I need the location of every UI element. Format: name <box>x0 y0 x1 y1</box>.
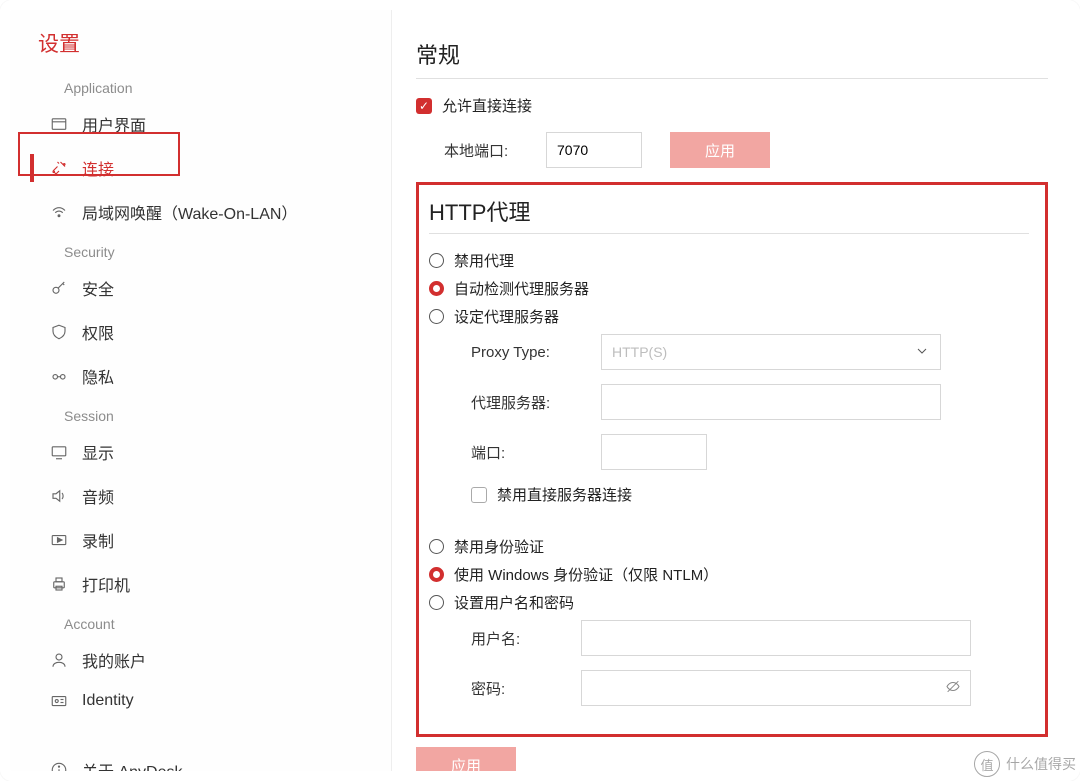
sidebar-item-label: 局域网唤醒（Wake-On-LAN） <box>82 200 297 224</box>
shield-icon <box>50 323 68 341</box>
divider <box>429 233 1029 234</box>
auth-windows-radio-row[interactable]: 使用 Windows 身份验证（仅限 NTLM） <box>429 564 1029 585</box>
sidebar-item-label: 我的账户 <box>82 648 146 672</box>
sidebar-item-myaccount[interactable]: 我的账户 <box>10 638 391 682</box>
key-icon <box>50 279 68 297</box>
proxy-type-label: Proxy Type: <box>471 344 601 361</box>
radio-icon[interactable] <box>429 595 444 610</box>
sidebar-item-connection[interactable]: 连接 <box>10 146 391 190</box>
proxy-set-label: 设定代理服务器 <box>454 306 559 327</box>
divider <box>416 78 1048 79</box>
glasses-icon <box>50 367 68 385</box>
radio-icon[interactable] <box>429 567 444 582</box>
local-port-label: 本地端口: <box>444 140 546 161</box>
radio-icon[interactable] <box>429 281 444 296</box>
auth-set-radio-row[interactable]: 设置用户名和密码 <box>429 592 1029 613</box>
apply-button-general[interactable]: 应用 <box>670 132 770 168</box>
proxy-title: HTTP代理 <box>429 195 1029 227</box>
proxy-port-input[interactable] <box>601 434 707 470</box>
speaker-icon <box>50 487 68 505</box>
sidebar-item-privacy[interactable]: 隐私 <box>10 354 391 398</box>
main-panel: 常规 允许直接连接 本地端口: 应用 HTTP代理 禁用代理 自动检测代理服务器 <box>392 10 1070 771</box>
auth-disable-radio-row[interactable]: 禁用身份验证 <box>429 536 1029 557</box>
password-input[interactable] <box>581 670 971 706</box>
auth-windows-label: 使用 Windows 身份验证（仅限 NTLM） <box>454 564 718 585</box>
sidebar-item-audio[interactable]: 音频 <box>10 474 391 518</box>
sidebar-item-label: 权限 <box>82 320 114 344</box>
proxy-auto-label: 自动检测代理服务器 <box>454 278 589 299</box>
connection-icon <box>50 159 68 177</box>
apply-button-proxy[interactable]: 应用 <box>416 747 516 771</box>
wifi-icon <box>50 203 68 221</box>
general-title: 常规 <box>416 38 1048 70</box>
section-application: Application <box>10 80 391 96</box>
eye-icon[interactable] <box>945 679 961 698</box>
auth-set-label: 设置用户名和密码 <box>454 592 574 613</box>
http-proxy-section: HTTP代理 禁用代理 自动检测代理服务器 设定代理服务器 Proxy Type… <box>416 182 1048 737</box>
ui-icon <box>50 115 68 133</box>
allow-direct-checkbox[interactable] <box>416 98 432 114</box>
sidebar-item-label: 显示 <box>82 440 114 464</box>
proxy-auto-radio-row[interactable]: 自动检测代理服务器 <box>429 278 1029 299</box>
sidebar-item-wol[interactable]: 局域网唤醒（Wake-On-LAN） <box>10 190 391 234</box>
sidebar-item-label: 安全 <box>82 276 114 300</box>
printer-icon <box>50 575 68 593</box>
section-session: Session <box>10 408 391 424</box>
sidebar-item-label: Identity <box>82 692 134 710</box>
proxy-server-input[interactable] <box>601 384 941 420</box>
info-icon <box>50 761 68 779</box>
proxy-server-label: 代理服务器: <box>471 392 601 413</box>
disable-direct-server-row[interactable]: 禁用直接服务器连接 <box>429 484 1029 505</box>
radio-icon[interactable] <box>429 539 444 554</box>
proxy-disable-radio-row[interactable]: 禁用代理 <box>429 250 1029 271</box>
record-icon <box>50 531 68 549</box>
username-input[interactable] <box>581 620 971 656</box>
proxy-set-radio-row[interactable]: 设定代理服务器 <box>429 306 1029 327</box>
radio-icon[interactable] <box>429 253 444 268</box>
watermark: 值 什么值得买 <box>974 751 1076 777</box>
sidebar-item-label: 打印机 <box>82 572 130 596</box>
sidebar-item-label: 关于 AnyDesk <box>82 758 182 781</box>
person-icon <box>50 651 68 669</box>
sidebar-item-label: 隐私 <box>82 364 114 388</box>
sidebar-item-display[interactable]: 显示 <box>10 430 391 474</box>
proxy-disable-label: 禁用代理 <box>454 250 514 271</box>
radio-icon[interactable] <box>429 309 444 324</box>
sidebar-item-ui[interactable]: 用户界面 <box>10 102 391 146</box>
local-port-input[interactable] <box>546 132 642 168</box>
allow-direct-label: 允许直接连接 <box>442 95 532 116</box>
pw-label: 密码: <box>471 678 581 699</box>
proxy-port-label: 端口: <box>471 442 601 463</box>
auth-disable-label: 禁用身份验证 <box>454 536 544 557</box>
sidebar-item-safety[interactable]: 安全 <box>10 266 391 310</box>
sidebar-item-record[interactable]: 录制 <box>10 518 391 562</box>
disable-direct-server-label: 禁用直接服务器连接 <box>497 484 632 505</box>
allow-direct-row[interactable]: 允许直接连接 <box>416 95 1048 116</box>
chevron-down-icon <box>914 343 930 362</box>
sidebar-item-label: 用户界面 <box>82 112 146 136</box>
section-security: Security <box>10 244 391 260</box>
proxy-type-select[interactable]: HTTP(S) <box>601 334 941 370</box>
proxy-type-value: HTTP(S) <box>612 344 667 360</box>
sidebar-item-about[interactable]: 关于 AnyDesk <box>10 748 391 781</box>
user-label: 用户名: <box>471 628 581 649</box>
sidebar-item-permissions[interactable]: 权限 <box>10 310 391 354</box>
id-card-icon <box>50 692 68 710</box>
sidebar: 设置 Application 用户界面 连接 局域网唤醒（Wake-On-LAN… <box>10 10 392 771</box>
monitor-icon <box>50 443 68 461</box>
sidebar-item-printer[interactable]: 打印机 <box>10 562 391 606</box>
sidebar-item-label: 连接 <box>82 156 114 180</box>
disable-direct-server-checkbox[interactable] <box>471 487 487 503</box>
watermark-text: 什么值得买 <box>1006 754 1076 774</box>
sidebar-item-identity[interactable]: Identity <box>10 682 391 720</box>
sidebar-item-label: 音频 <box>82 484 114 508</box>
sidebar-item-label: 录制 <box>82 528 114 552</box>
section-account: Account <box>10 616 391 632</box>
watermark-icon: 值 <box>974 751 1000 777</box>
settings-title: 设置 <box>10 28 391 58</box>
